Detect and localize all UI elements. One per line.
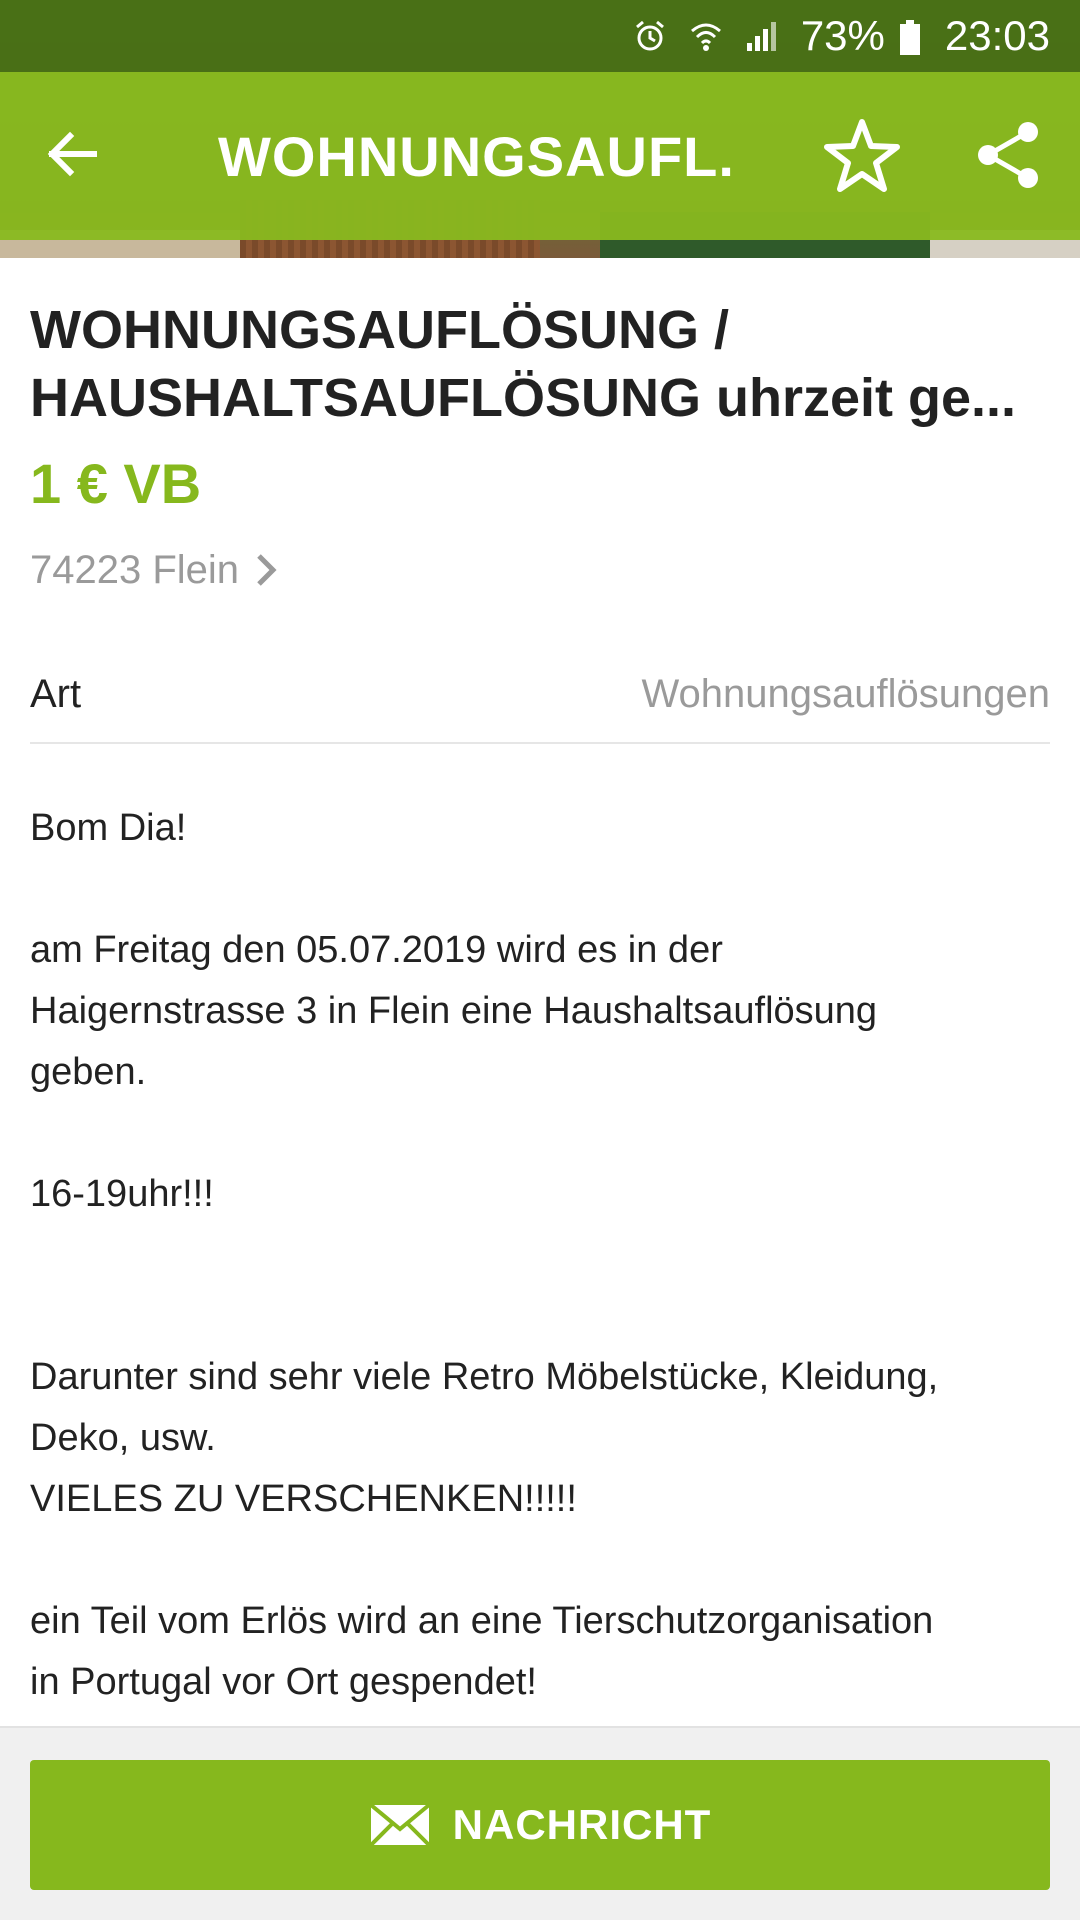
chevron-right-icon xyxy=(253,550,279,590)
message-button-label: NACHRICHT xyxy=(452,1801,712,1848)
alarm-icon xyxy=(633,19,667,53)
battery-percent: 73% xyxy=(800,12,885,59)
app-bar: WOHNUNGSAUFL... xyxy=(0,72,1080,240)
ad-description: Bom Dia! am Freitag den 05.07.2019 wird … xyxy=(30,798,1050,1713)
location-label: 74223 Flein xyxy=(30,547,240,592)
ad-title-line-1: WOHNUNGSAUFLÖSUNG / xyxy=(30,300,729,360)
signal-icon xyxy=(745,19,779,53)
attribute-value: Wohnungsauflösungen xyxy=(641,671,1050,716)
star-icon[interactable] xyxy=(820,114,904,198)
ad-price: 1 € VB xyxy=(30,452,202,515)
attribute-row: Art Wohnungsauflösungen xyxy=(30,654,1050,744)
ad-title-line-2: HAUSHALTSAUFLÖSUNG uhrzeit ge... xyxy=(30,368,1017,428)
location-link[interactable]: 74223 Flein xyxy=(30,542,1050,598)
ad-title: WOHNUNGSAUFLÖSUNG / HAUSHALTSAUFLÖSUNG u… xyxy=(30,296,1050,432)
status-bar: 73% 23:03 xyxy=(0,0,1080,72)
bottom-action-bar: NACHRICHT xyxy=(0,1726,1080,1920)
envelope-icon xyxy=(369,1803,431,1847)
share-icon[interactable] xyxy=(974,120,1044,190)
wifi-icon xyxy=(689,19,723,53)
status-time: 23:03 xyxy=(944,12,1050,59)
attribute-key: Art xyxy=(30,671,82,716)
message-button[interactable]: NACHRICHT xyxy=(30,1760,1050,1890)
ad-details: WOHNUNGSAUFLÖSUNG / HAUSHALTSAUFLÖSUNG u… xyxy=(30,258,1050,1713)
battery-icon xyxy=(899,18,921,55)
description-text: Bom Dia! am Freitag den 05.07.2019 wird … xyxy=(30,807,939,1703)
app-bar-title: WOHNUNGSAUFL... xyxy=(218,125,738,188)
back-arrow-icon[interactable] xyxy=(40,122,104,186)
